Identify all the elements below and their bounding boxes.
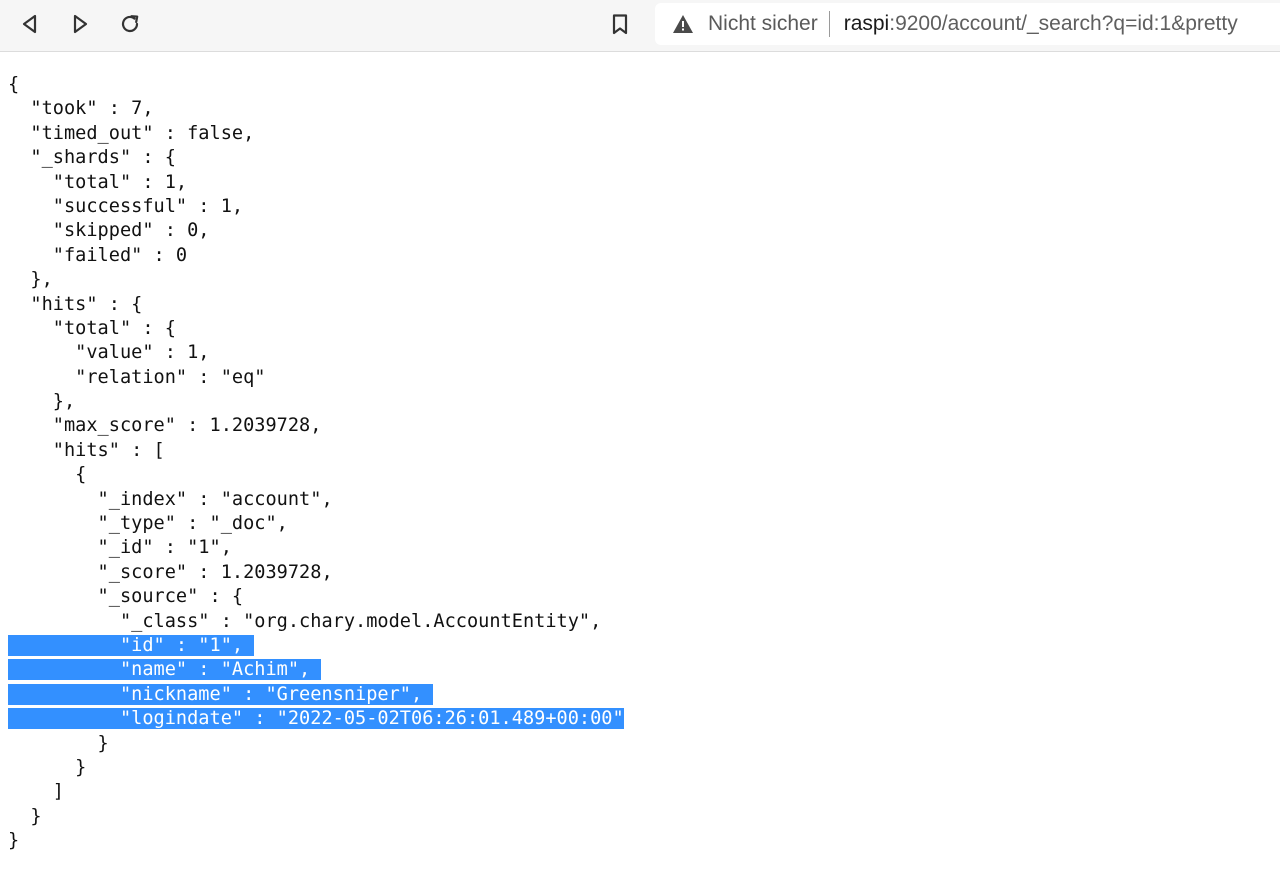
json-line: "_shards" : { — [8, 147, 176, 169]
json-line: "skipped" : 0, — [8, 220, 210, 242]
json-response-body: { "took" : 7, "timed_out" : false, "_sha… — [8, 73, 624, 854]
json-line: "hits" : { — [8, 293, 143, 315]
json-line: "successful" : 1, — [8, 195, 244, 217]
json-line: "_index" : "account", — [8, 488, 333, 510]
browser-toolbar: Nicht sicher raspi:9200/account/_search?… — [0, 0, 1280, 52]
json-line: "failed" : 0 — [8, 244, 188, 266]
json-line: "_source" : { — [8, 586, 244, 608]
json-line: "timed_out" : false, — [8, 122, 255, 144]
json-line: "id" : "1", — [8, 634, 624, 658]
back-arrow-icon — [22, 14, 37, 34]
json-line: } — [8, 805, 42, 827]
url-path[interactable]: :9200/account/_search?q=id:1&pretty — [889, 12, 1238, 36]
json-line: "value" : 1, — [8, 342, 210, 364]
security-status-label[interactable]: Nicht sicher — [708, 12, 818, 36]
json-line: "hits" : [ — [8, 439, 165, 461]
json-line: } — [8, 830, 20, 852]
json-line: "_score" : 1.2039728, — [8, 561, 333, 583]
selected-text: "logindate" : "2022-05-02T06:26:01.489+0… — [8, 708, 624, 730]
address-bar[interactable]: Nicht sicher raspi:9200/account/_search?… — [655, 3, 1280, 45]
url-host[interactable]: raspi — [844, 12, 890, 36]
bookmark-icon — [612, 14, 628, 35]
forward-arrow-icon — [73, 14, 88, 34]
json-line: "relation" : "eq" — [8, 366, 266, 388]
json-line: "nickname" : "Greensniper", — [8, 683, 624, 707]
json-line: } — [8, 756, 87, 778]
forward-button[interactable] — [62, 8, 98, 40]
json-line: }, — [8, 391, 76, 413]
json-line: }, — [8, 269, 53, 291]
selected-text: "id" : "1", — [8, 634, 255, 656]
json-line: "name" : "Achim", — [8, 658, 624, 682]
address-separator — [828, 11, 830, 37]
bookmark-button[interactable] — [602, 8, 638, 40]
json-line: "total" : 1, — [8, 171, 188, 193]
json-line: { — [8, 74, 20, 95]
json-line: "max_score" : 1.2039728, — [8, 415, 322, 437]
json-line: ] — [8, 781, 64, 803]
reload-button[interactable] — [112, 8, 148, 40]
json-line: { — [8, 464, 87, 486]
json-line: "logindate" : "2022-05-02T06:26:01.489+0… — [8, 707, 624, 731]
json-line: "_id" : "1", — [8, 537, 232, 559]
json-line: "took" : 7, — [8, 98, 154, 120]
selected-text: "nickname" : "Greensniper", — [8, 683, 434, 705]
json-line: } — [8, 732, 109, 754]
reload-icon — [121, 15, 139, 33]
selected-text: "name" : "Achim", — [8, 659, 322, 681]
back-button[interactable] — [12, 8, 48, 40]
warning-triangle-icon[interactable] — [672, 13, 694, 35]
json-line: "_class" : "org.chary.model.AccountEntit… — [8, 610, 602, 632]
json-line: "_type" : "_doc", — [8, 513, 288, 535]
json-line: "total" : { — [8, 317, 176, 339]
